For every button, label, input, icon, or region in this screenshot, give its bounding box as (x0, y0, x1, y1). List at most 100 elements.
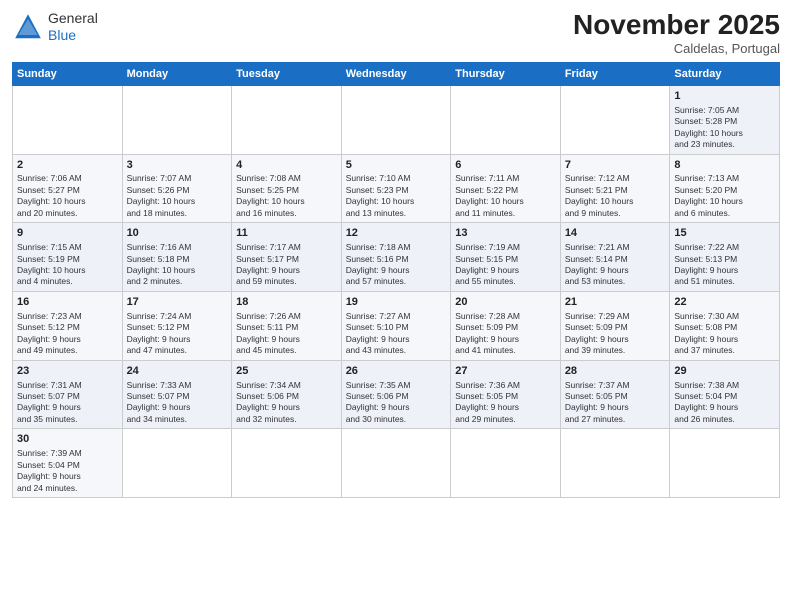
cell-line: Daylight: 9 hours (346, 402, 447, 413)
calendar-cell: 30Sunrise: 7:39 AMSunset: 5:04 PMDayligh… (13, 429, 123, 498)
cell-line: Sunset: 5:28 PM (674, 116, 775, 127)
cell-line: Daylight: 9 hours (346, 334, 447, 345)
cell-line: Daylight: 9 hours (674, 265, 775, 276)
cell-line: Daylight: 10 hours (17, 196, 118, 207)
col-header-wednesday: Wednesday (341, 62, 451, 85)
cell-line: and 27 minutes. (565, 414, 666, 425)
cell-content: 13Sunrise: 7:19 AMSunset: 5:15 PMDayligh… (455, 226, 556, 288)
calendar-cell: 12Sunrise: 7:18 AMSunset: 5:16 PMDayligh… (341, 223, 451, 292)
cell-line: Sunset: 5:08 PM (674, 322, 775, 333)
cell-line: Sunset: 5:18 PM (127, 254, 228, 265)
cell-content: 14Sunrise: 7:21 AMSunset: 5:14 PMDayligh… (565, 226, 666, 288)
calendar-cell: 14Sunrise: 7:21 AMSunset: 5:14 PMDayligh… (560, 223, 670, 292)
cell-line: Sunset: 5:04 PM (17, 460, 118, 471)
calendar-cell (341, 429, 451, 498)
cell-line: Sunrise: 7:33 AM (127, 380, 228, 391)
calendar-cell (670, 429, 780, 498)
cell-line: Sunset: 5:10 PM (346, 322, 447, 333)
cell-content: 7Sunrise: 7:12 AMSunset: 5:21 PMDaylight… (565, 158, 666, 220)
cell-line: and 24 minutes. (17, 483, 118, 494)
subtitle: Caldelas, Portugal (573, 41, 780, 56)
cell-line: Sunrise: 7:24 AM (127, 311, 228, 322)
cell-line: and 37 minutes. (674, 345, 775, 356)
cell-line: Daylight: 10 hours (17, 265, 118, 276)
cell-content: 28Sunrise: 7:37 AMSunset: 5:05 PMDayligh… (565, 364, 666, 426)
calendar-cell: 20Sunrise: 7:28 AMSunset: 5:09 PMDayligh… (451, 291, 561, 360)
day-number: 10 (127, 226, 228, 241)
cell-line: Daylight: 10 hours (674, 196, 775, 207)
day-number: 26 (346, 364, 447, 379)
cell-line: Sunrise: 7:28 AM (455, 311, 556, 322)
cell-content: 22Sunrise: 7:30 AMSunset: 5:08 PMDayligh… (674, 295, 775, 357)
cell-line: and 2 minutes. (127, 276, 228, 287)
cell-content: 23Sunrise: 7:31 AMSunset: 5:07 PMDayligh… (17, 364, 118, 426)
day-number: 12 (346, 226, 447, 241)
cell-line: Sunset: 5:17 PM (236, 254, 337, 265)
cell-content: 30Sunrise: 7:39 AMSunset: 5:04 PMDayligh… (17, 432, 118, 494)
cell-line: Sunrise: 7:37 AM (565, 380, 666, 391)
cell-line: and 18 minutes. (127, 208, 228, 219)
day-number: 25 (236, 364, 337, 379)
cell-line: and 39 minutes. (565, 345, 666, 356)
cell-line: and 16 minutes. (236, 208, 337, 219)
calendar-cell (560, 429, 670, 498)
day-number: 4 (236, 158, 337, 173)
day-number: 8 (674, 158, 775, 173)
col-header-sunday: Sunday (13, 62, 123, 85)
cell-line: and 20 minutes. (17, 208, 118, 219)
day-number: 21 (565, 295, 666, 310)
cell-line: Daylight: 9 hours (17, 402, 118, 413)
cell-line: Sunset: 5:06 PM (236, 391, 337, 402)
cell-line: Sunrise: 7:13 AM (674, 173, 775, 184)
col-header-monday: Monday (122, 62, 232, 85)
cell-line: Sunset: 5:04 PM (674, 391, 775, 402)
cell-line: Daylight: 10 hours (455, 196, 556, 207)
day-number: 16 (17, 295, 118, 310)
calendar-cell: 13Sunrise: 7:19 AMSunset: 5:15 PMDayligh… (451, 223, 561, 292)
col-header-tuesday: Tuesday (232, 62, 342, 85)
cell-line: Sunset: 5:12 PM (17, 322, 118, 333)
cell-line: Daylight: 9 hours (455, 334, 556, 345)
cell-line: Sunrise: 7:15 AM (17, 242, 118, 253)
title-area: November 2025 Caldelas, Portugal (573, 10, 780, 56)
calendar-cell: 4Sunrise: 7:08 AMSunset: 5:25 PMDaylight… (232, 154, 342, 223)
cell-line: Sunset: 5:05 PM (455, 391, 556, 402)
cell-line: Daylight: 9 hours (455, 265, 556, 276)
cell-line: Sunset: 5:19 PM (17, 254, 118, 265)
cell-line: Sunrise: 7:18 AM (346, 242, 447, 253)
day-number: 30 (17, 432, 118, 447)
cell-line: Sunset: 5:27 PM (17, 185, 118, 196)
calendar-cell: 16Sunrise: 7:23 AMSunset: 5:12 PMDayligh… (13, 291, 123, 360)
cell-content: 29Sunrise: 7:38 AMSunset: 5:04 PMDayligh… (674, 364, 775, 426)
cell-line: Sunset: 5:13 PM (674, 254, 775, 265)
cell-line: Sunrise: 7:21 AM (565, 242, 666, 253)
cell-line: Sunset: 5:15 PM (455, 254, 556, 265)
header: General Blue November 2025 Caldelas, Por… (12, 10, 780, 56)
calendar-cell: 3Sunrise: 7:07 AMSunset: 5:26 PMDaylight… (122, 154, 232, 223)
cell-line: Sunrise: 7:12 AM (565, 173, 666, 184)
calendar-cell (341, 85, 451, 154)
cell-content: 5Sunrise: 7:10 AMSunset: 5:23 PMDaylight… (346, 158, 447, 220)
cell-line: and 43 minutes. (346, 345, 447, 356)
cell-content: 2Sunrise: 7:06 AMSunset: 5:27 PMDaylight… (17, 158, 118, 220)
cell-line: and 47 minutes. (127, 345, 228, 356)
cell-content: 27Sunrise: 7:36 AMSunset: 5:05 PMDayligh… (455, 364, 556, 426)
cell-line: and 51 minutes. (674, 276, 775, 287)
calendar-cell: 9Sunrise: 7:15 AMSunset: 5:19 PMDaylight… (13, 223, 123, 292)
day-number: 9 (17, 226, 118, 241)
day-number: 20 (455, 295, 556, 310)
logo-text: General Blue (48, 10, 98, 44)
cell-content: 4Sunrise: 7:08 AMSunset: 5:25 PMDaylight… (236, 158, 337, 220)
calendar-cell: 19Sunrise: 7:27 AMSunset: 5:10 PMDayligh… (341, 291, 451, 360)
cell-line: Sunrise: 7:36 AM (455, 380, 556, 391)
cell-line: Sunrise: 7:34 AM (236, 380, 337, 391)
cell-line: Daylight: 10 hours (127, 265, 228, 276)
cell-line: Daylight: 10 hours (346, 196, 447, 207)
logo-icon (12, 11, 44, 43)
cell-line: and 30 minutes. (346, 414, 447, 425)
cell-content: 21Sunrise: 7:29 AMSunset: 5:09 PMDayligh… (565, 295, 666, 357)
cell-content: 8Sunrise: 7:13 AMSunset: 5:20 PMDaylight… (674, 158, 775, 220)
cell-line: Sunset: 5:11 PM (236, 322, 337, 333)
cell-line: Sunset: 5:09 PM (565, 322, 666, 333)
day-number: 29 (674, 364, 775, 379)
